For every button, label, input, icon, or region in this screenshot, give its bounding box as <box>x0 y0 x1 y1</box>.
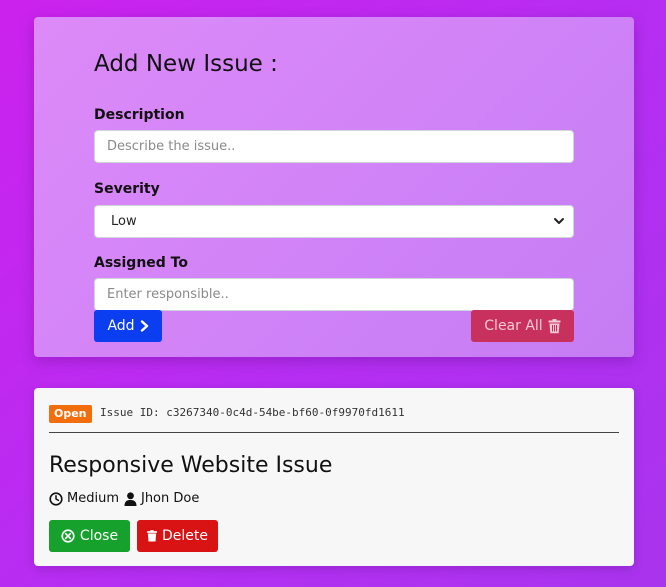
issue-severity: Medium <box>67 491 119 506</box>
severity-label: Severity <box>94 181 160 197</box>
assigned-to-label: Assigned To <box>94 255 188 271</box>
issue-title: Responsive Website Issue <box>49 453 333 478</box>
circle-x-icon <box>61 529 75 543</box>
user-icon <box>124 491 137 506</box>
clear-all-button[interactable]: Clear All <box>471 310 574 342</box>
trash-icon <box>548 318 561 333</box>
add-issue-card: Add New Issue : Description Severity Low… <box>34 17 634 357</box>
form-title: Add New Issue : <box>94 51 278 77</box>
assigned-to-input[interactable] <box>94 278 574 311</box>
status-badge: Open <box>49 405 92 423</box>
clock-icon <box>49 491 63 506</box>
issue-card: Open Issue ID: c3267340-0c4d-54be-bf60-0… <box>34 388 634 566</box>
delete-issue-button[interactable]: Delete <box>137 520 218 552</box>
issue-meta: Medium Jhon Doe <box>49 491 199 506</box>
description-label: Description <box>94 107 185 123</box>
close-issue-button[interactable]: Close <box>49 520 130 552</box>
issue-assignee: Jhon Doe <box>140 491 200 506</box>
chevron-down-icon <box>554 218 564 224</box>
trash-icon <box>147 530 157 542</box>
delete-button-label: Delete <box>162 528 208 544</box>
clear-all-button-label: Clear All <box>484 318 543 334</box>
divider <box>49 432 619 433</box>
description-input[interactable] <box>94 130 574 163</box>
close-button-label: Close <box>79 528 119 544</box>
severity-selected-value: Low <box>111 214 137 229</box>
add-button[interactable]: Add <box>94 310 162 342</box>
chevron-right-icon <box>140 320 148 332</box>
issue-id: Issue ID: c3267340-0c4d-54be-bf60-0f9970… <box>100 406 405 419</box>
severity-select[interactable]: Low <box>94 205 574 238</box>
add-button-label: Add <box>107 318 135 334</box>
